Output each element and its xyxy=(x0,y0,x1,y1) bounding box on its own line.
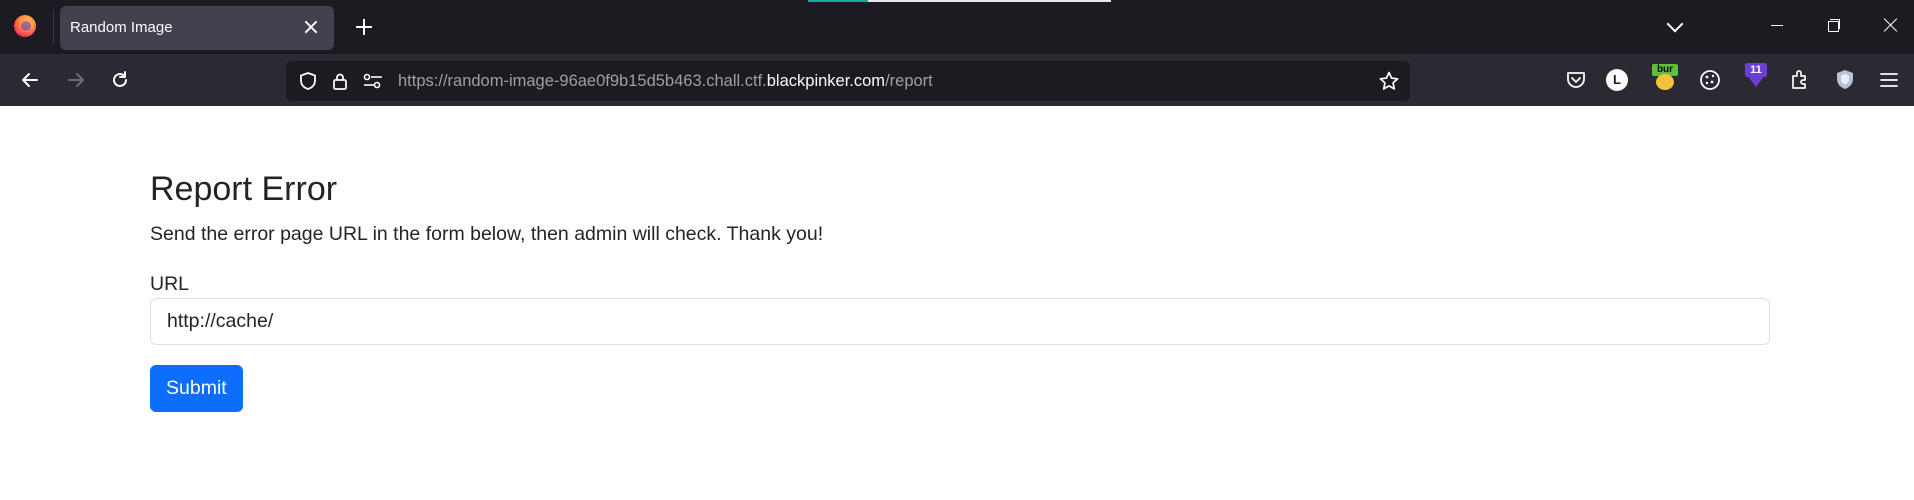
extension-bur-face-icon xyxy=(1656,74,1674,90)
url-path: /report xyxy=(885,72,933,90)
reload-icon[interactable] xyxy=(104,64,136,96)
pocket-icon[interactable] xyxy=(1563,67,1589,93)
hamburger-menu-icon[interactable] xyxy=(1876,67,1902,93)
page-description: Send the error page URL in the form belo… xyxy=(150,223,824,245)
url-text[interactable]: https://random-image-96ae0f9b15d5b463.ch… xyxy=(398,72,933,91)
shield-extension-icon[interactable] xyxy=(1832,67,1858,93)
url-field-label: URL xyxy=(150,273,190,295)
back-arrow-icon[interactable] xyxy=(14,64,46,96)
firefox-logo-icon[interactable] xyxy=(14,15,36,37)
address-bar[interactable]: https://random-image-96ae0f9b15d5b463.ch… xyxy=(286,61,1410,101)
list-all-tabs-chevron-icon[interactable] xyxy=(1662,13,1688,39)
tab-divider xyxy=(53,10,54,44)
url-prefix: https://random-image-96ae0f9b15d5b463.ch… xyxy=(398,72,767,90)
lock-icon[interactable] xyxy=(330,71,350,91)
site-permissions-icon[interactable] xyxy=(362,71,384,91)
extensions-puzzle-icon[interactable] xyxy=(1787,67,1813,93)
extension-bur-icon[interactable]: bur xyxy=(1652,64,1678,92)
extension-download-badge-icon[interactable]: 11 xyxy=(1743,63,1769,91)
navigation-toolbar: https://random-image-96ae0f9b15d5b463.ch… xyxy=(0,54,1914,106)
tracking-protection-shield-icon[interactable] xyxy=(298,71,318,91)
new-tab-plus-icon[interactable] xyxy=(350,13,378,41)
active-tab[interactable]: Random Image xyxy=(60,6,334,50)
account-avatar-icon[interactable]: L xyxy=(1606,69,1628,91)
page-load-progress xyxy=(808,0,1111,2)
tab-strip: Random Image xyxy=(0,0,1914,54)
cookie-extension-icon[interactable] xyxy=(1697,67,1723,93)
page-title: Report Error xyxy=(150,170,338,208)
forward-arrow-icon[interactable] xyxy=(60,64,92,96)
bookmark-star-icon[interactable] xyxy=(1378,70,1400,92)
url-domain: blackpinker.com xyxy=(766,72,886,90)
restore-window-icon[interactable] xyxy=(1819,10,1849,40)
close-window-icon[interactable] xyxy=(1876,10,1906,40)
submit-button[interactable]: Submit xyxy=(150,365,243,412)
minimize-window-icon[interactable] xyxy=(1763,10,1793,40)
download-arrow-icon xyxy=(1747,75,1765,87)
url-input[interactable] xyxy=(150,298,1770,345)
close-tab-icon[interactable] xyxy=(298,14,324,40)
tab-title: Random Image xyxy=(70,19,173,36)
